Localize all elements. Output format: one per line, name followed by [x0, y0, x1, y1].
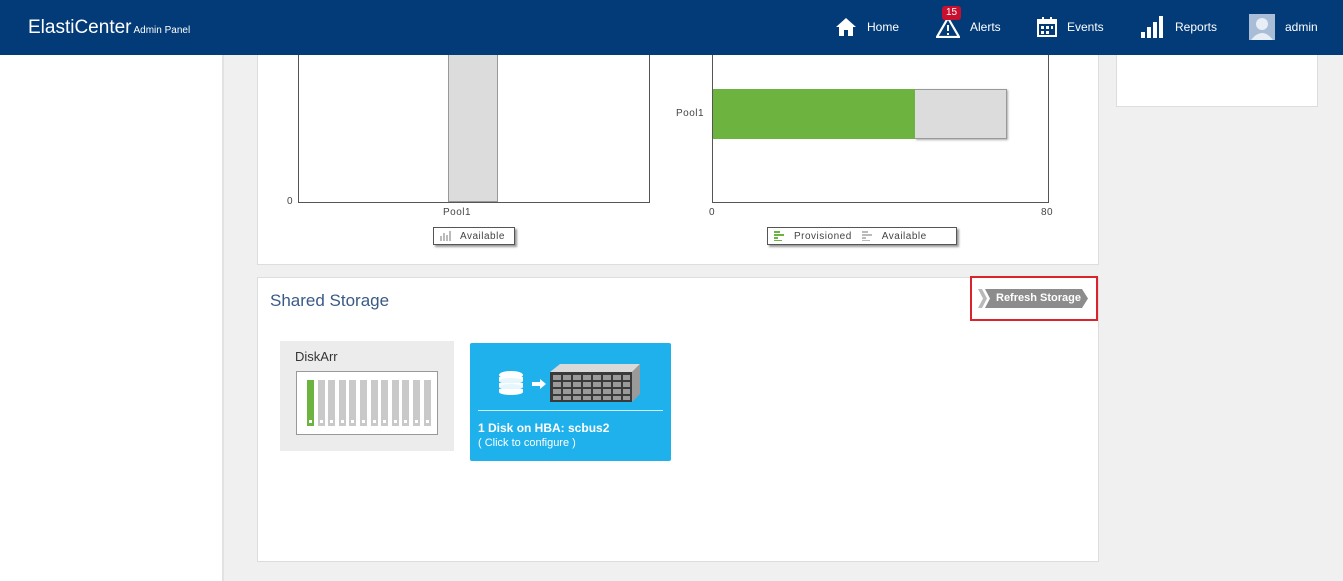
disk-slot-empty: [391, 380, 399, 426]
legend-provisioned-label: Provisioned: [794, 230, 852, 242]
nav-alerts-label: Alerts: [970, 20, 1001, 34]
y-tick-label: 0: [287, 196, 294, 207]
refresh-storage-label: Refresh Storage: [996, 292, 1081, 304]
disk-slot-led: [404, 420, 408, 423]
calendar-icon: [1037, 17, 1057, 37]
chart-bar-pool1-available: [915, 89, 1007, 139]
chart-bar-pool1-provisioned: [713, 89, 915, 139]
nav-alerts[interactable]: 15 Alerts: [936, 6, 1001, 42]
x-tick-label-max: 80: [1041, 207, 1054, 218]
disk-slot-used: [307, 380, 314, 426]
y-category-label: Pool1: [676, 108, 705, 119]
legend-bar-icon: [440, 231, 451, 241]
brand-logo[interactable]: ElastiCenter Admin Panel: [28, 17, 190, 39]
disk-slot-led: [362, 420, 365, 423]
sidebar-divider: [222, 55, 224, 581]
disk-array-title: DiskArr: [295, 349, 338, 364]
nav-home[interactable]: Home: [835, 12, 899, 42]
section-title: Shared Storage: [270, 291, 390, 310]
brand-name: ElastiCenter: [28, 17, 132, 38]
disk-slot-empty: [423, 380, 431, 426]
disk-slot-led: [425, 420, 429, 423]
nav-events-label: Events: [1067, 20, 1104, 34]
disk-slot-empty: [402, 380, 410, 426]
nav-reports[interactable]: Reports: [1141, 12, 1217, 42]
disk-slot-empty: [338, 380, 346, 426]
bar-chart-icon: [1141, 16, 1163, 38]
alerts-count-badge: 15: [942, 6, 962, 20]
legend-hbar-icon: [774, 231, 784, 241]
disk-slot-empty: [317, 380, 325, 426]
right-info-panel: [1116, 55, 1318, 107]
legend-available-label: Available: [881, 230, 927, 242]
refresh-storage-button[interactable]: Refresh Storage: [978, 289, 1088, 308]
storage-server-icon: [550, 364, 640, 402]
disk-slot-led: [415, 420, 418, 423]
avatar: [1249, 14, 1275, 40]
nav-events[interactable]: Events: [1037, 12, 1104, 42]
hba-configure-hint: ( Click to configure ): [478, 437, 576, 449]
legend-hbar-icon: [861, 231, 872, 241]
x-category-label: Pool1: [443, 207, 472, 218]
disk-slot-frame: [296, 371, 438, 435]
disk-slot-led: [393, 420, 397, 423]
nav-user-label: admin: [1285, 20, 1318, 34]
pool-charts-panel: 0 Pool1 Available Pool1 0 80 Provisioned…: [257, 55, 1099, 265]
chart-bar-pool1-available: [448, 55, 498, 202]
chart-legend: Provisioned Available: [767, 227, 957, 245]
user-silhouette-icon: [1251, 18, 1273, 40]
shared-storage-panel: Shared Storage Refresh Storage DiskArr 1…: [257, 276, 1099, 562]
nav-home-label: Home: [867, 20, 900, 34]
pool-provisioning-chart: [712, 55, 1049, 203]
nav-user-menu[interactable]: admin: [1249, 12, 1318, 42]
disk-array-card[interactable]: DiskArr: [280, 341, 454, 451]
disk-slot-led: [351, 420, 355, 423]
hba-disk-summary: 1 Disk on HBA: scbus2: [478, 421, 610, 435]
disk-slot-led: [309, 420, 312, 423]
chart-legend: Available: [433, 227, 515, 245]
top-navbar: ElastiCenter Admin Panel Home 15 Alerts E…: [0, 0, 1343, 55]
nav-reports-label: Reports: [1175, 20, 1218, 34]
legend-available-label: Available: [460, 230, 505, 242]
disk-slot-led: [340, 420, 344, 423]
arrow-right-icon: [532, 379, 546, 389]
disk-slot-led: [383, 420, 387, 423]
disk-stack-icon: [499, 371, 523, 395]
disk-slot-led: [372, 420, 376, 423]
disk-slot-empty: [413, 380, 420, 426]
disk-slot-empty: [349, 380, 357, 426]
disk-slot-led: [319, 420, 323, 423]
disk-slot-empty: [328, 380, 336, 426]
disk-slot-empty: [360, 380, 367, 426]
disk-slot-empty: [370, 380, 378, 426]
hba-configure-card[interactable]: 1 Disk on HBA: scbus2 ( Click to configu…: [470, 343, 671, 461]
left-sidebar: [0, 55, 222, 581]
home-icon: [836, 18, 856, 36]
disk-slot-empty: [381, 380, 389, 426]
card-divider: [478, 410, 663, 411]
refresh-highlight: Refresh Storage: [970, 276, 1098, 321]
x-tick-label-min: 0: [709, 207, 716, 218]
pool-available-chart: [298, 55, 650, 203]
disk-slot-led: [330, 420, 334, 423]
brand-subtitle: Admin Panel: [133, 25, 191, 36]
